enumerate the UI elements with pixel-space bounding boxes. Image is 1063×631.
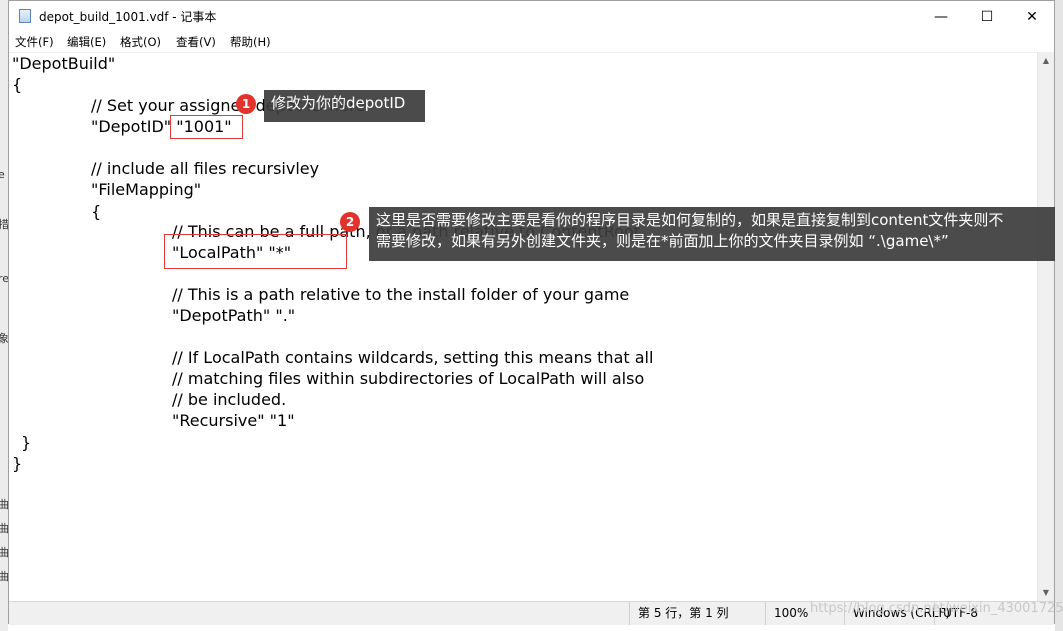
background-window-strip: e 措 re 象 曲 曲 曲 曲 [0, 0, 9, 631]
menu-format[interactable]: 格式(O) [120, 34, 161, 50]
code-line: { [12, 75, 23, 94]
annotation-badge-1: 1 [236, 94, 256, 114]
menu-bar: 文件(F) 编辑(E) 格式(O) 查看(V) 帮助(H) [9, 32, 1054, 52]
notepad-window: depot_build_1001.vdf - 记事本 — ☐ ✕ 文件(F) 编… [8, 0, 1055, 625]
background-window-strip-right [1055, 0, 1063, 631]
annotation-text-line: 这里是否需要修改主要是看你的程序目录是如何复制的，如果是直接复制到content… [376, 211, 1004, 229]
scroll-down-icon[interactable]: ▼ [1038, 584, 1054, 601]
annotation-text-line: 需要修改，如果有另外创建文件夹，则是在*前面加上你的文件夹目录例如 “.\gam… [376, 232, 949, 250]
code-line: "FileMapping" [91, 180, 202, 199]
annotation-text: 修改为你的depotID [271, 94, 406, 112]
scroll-up-icon[interactable]: ▲ [1038, 52, 1054, 69]
code-line: "DepotPath" "." [172, 306, 296, 325]
close-button[interactable]: ✕ [1009, 1, 1055, 32]
highlight-box-localpath [164, 234, 347, 269]
annotation-tooltip-1: 修改为你的depotID [264, 90, 425, 122]
maximize-button[interactable]: ☐ [964, 1, 1010, 32]
notepad-icon [19, 9, 31, 23]
code-line: "Recursive" "1" [172, 411, 295, 430]
highlight-box-depotid [170, 115, 243, 139]
code-comment: // include all files recursivley [91, 159, 320, 178]
minimize-button[interactable]: — [918, 1, 964, 32]
annotation-tooltip-2: 这里是否需要修改主要是看你的程序目录是如何复制的，如果是直接复制到content… [369, 207, 1055, 261]
annotation-badge-2: 2 [340, 212, 360, 232]
code-line: { [91, 202, 102, 221]
cursor-position: 第 5 行，第 1 列 [629, 602, 768, 625]
code-line: } [12, 454, 23, 473]
code-comment: // matching files within subdirectories … [172, 369, 645, 388]
window-title: depot_build_1001.vdf - 记事本 [39, 10, 217, 24]
menu-help[interactable]: 帮助(H) [230, 34, 271, 50]
title-bar[interactable]: depot_build_1001.vdf - 记事本 — ☐ ✕ [9, 1, 1054, 32]
code-comment: // If LocalPath contains wildcards, sett… [172, 348, 654, 367]
menu-edit[interactable]: 编辑(E) [67, 34, 106, 50]
code-comment: // be included. [172, 390, 287, 409]
text-editor[interactable]: "DepotBuild" { // Set your assigned depo… [9, 52, 1039, 602]
code-line: } [21, 433, 32, 452]
menu-file[interactable]: 文件(F) [15, 34, 54, 50]
code-line: "DepotBuild" [12, 54, 116, 73]
vertical-scrollbar[interactable]: ▲ ▼ [1037, 52, 1054, 601]
menu-view[interactable]: 查看(V) [176, 34, 216, 50]
watermark: https://blog.csdn.net/weixin_43001725 [810, 601, 1063, 616]
code-comment: // This is a path relative to the instal… [172, 285, 630, 304]
